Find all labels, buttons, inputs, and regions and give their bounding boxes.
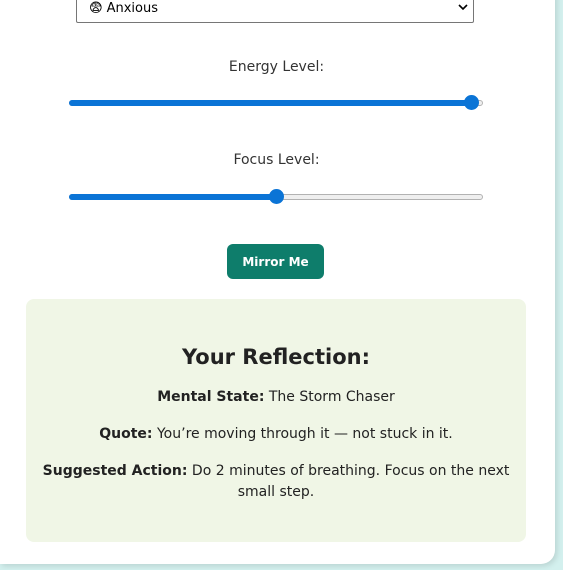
suggested-action-line: Suggested Action: Do 2 minutes of breath… [42,461,510,503]
suggested-action-value: Do 2 minutes of breathing. Focus on the … [191,463,510,500]
focus-level-label: Focus Level: [233,152,320,168]
energy-level-label: Energy Level: [228,59,325,75]
mood-select[interactable]: 😨 Anxious [76,0,474,23]
quote-label: Quote: [99,426,153,442]
focus-slider-fill [69,194,276,200]
energy-slider-fill [69,100,471,106]
chevron-down-icon [458,4,468,11]
mental-state-line: Mental State: The Storm Chaser [42,387,510,408]
energy-slider-thumb[interactable] [464,95,479,110]
energy-level-slider[interactable] [69,95,483,111]
quote-value: You’re moving through it — not stuck in … [156,426,453,442]
reflection-panel: Your Reflection: Mental State: The Storm… [26,299,526,542]
mood-select-value: Anxious [106,1,158,16]
mental-state-label: Mental State: [157,389,265,405]
suggested-action-label: Suggested Action: [42,463,188,479]
mental-state-value: The Storm Chaser [268,389,395,405]
quote-line: Quote: You’re moving through it — not st… [42,424,510,445]
fearful-face-icon: 😨 [89,1,103,16]
focus-level-slider[interactable] [69,189,483,205]
focus-slider-thumb[interactable] [269,189,284,204]
mirror-me-button[interactable]: Mirror Me [227,244,324,279]
reflection-title: Your Reflection: [181,345,370,369]
